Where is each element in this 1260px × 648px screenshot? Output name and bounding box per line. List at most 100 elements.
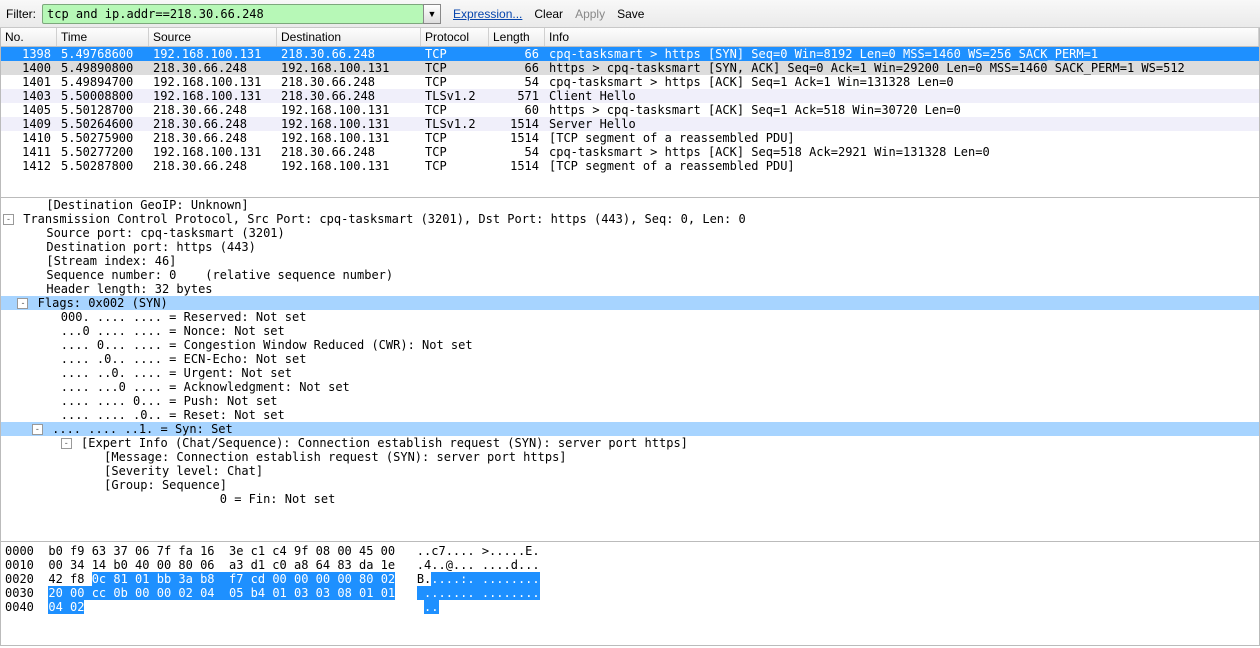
cell-destination: 192.168.100.131 <box>277 159 421 173</box>
cell-protocol: TCP <box>421 75 489 89</box>
cell-source: 192.168.100.131 <box>149 75 277 89</box>
detail-row[interactable]: .... ..0. .... = Urgent: Not set <box>1 366 1259 380</box>
save-button[interactable]: Save <box>617 7 644 21</box>
detail-row[interactable]: [Group: Sequence] <box>1 478 1259 492</box>
cell-destination: 192.168.100.131 <box>277 131 421 145</box>
cell-no: 1410 <box>1 131 57 145</box>
packet-row[interactable]: 14115.50277200192.168.100.131218.30.66.2… <box>1 145 1259 159</box>
cell-source: 218.30.66.248 <box>149 103 277 117</box>
hex-row[interactable]: 0010 00 34 14 b0 40 00 80 06 a3 d1 c0 a8… <box>5 558 1255 572</box>
detail-row[interactable]: Sequence number: 0 (relative sequence nu… <box>1 268 1259 282</box>
cell-protocol: TCP <box>421 61 489 75</box>
detail-row[interactable]: [Stream index: 46] <box>1 254 1259 268</box>
clear-button[interactable]: Clear <box>534 7 563 21</box>
apply-button[interactable]: Apply <box>575 7 605 21</box>
detail-row[interactable]: ...0 .... .... = Nonce: Not set <box>1 324 1259 338</box>
tree-toggle-icon[interactable]: - <box>17 298 28 309</box>
col-no[interactable]: No. <box>1 28 57 46</box>
cell-time: 5.49894700 <box>57 75 149 89</box>
packet-row[interactable]: 14105.50275900218.30.66.248192.168.100.1… <box>1 131 1259 145</box>
tree-toggle-icon[interactable]: - <box>3 214 14 225</box>
cell-info: Server Hello <box>545 117 1259 131</box>
hex-dump-pane[interactable]: 0000 b0 f9 63 37 06 7f fa 16 3e c1 c4 9f… <box>0 542 1260 646</box>
cell-no: 1409 <box>1 117 57 131</box>
tree-toggle-icon[interactable]: - <box>61 438 72 449</box>
cell-protocol: TCP <box>421 145 489 159</box>
cell-protocol: TLSv1.2 <box>421 117 489 131</box>
hex-row[interactable]: 0020 42 f8 0c 81 01 bb 3a b8 f7 cd 00 00… <box>5 572 1255 586</box>
cell-length: 66 <box>489 61 545 75</box>
cell-source: 218.30.66.248 <box>149 159 277 173</box>
cell-source: 192.168.100.131 <box>149 89 277 103</box>
packet-details-pane[interactable]: [Destination GeoIP: Unknown]- Transmissi… <box>0 198 1260 542</box>
detail-row[interactable]: - [Expert Info (Chat/Sequence): Connecti… <box>1 436 1259 450</box>
cell-length: 54 <box>489 75 545 89</box>
cell-destination: 218.30.66.248 <box>277 75 421 89</box>
col-info[interactable]: Info <box>545 28 1259 46</box>
hex-row[interactable]: 0000 b0 f9 63 37 06 7f fa 16 3e c1 c4 9f… <box>5 544 1255 558</box>
cell-info: https > cpq-tasksmart [SYN, ACK] Seq=0 A… <box>545 61 1259 75</box>
detail-row[interactable]: Destination port: https (443) <box>1 240 1259 254</box>
packet-row[interactable]: 14035.50008800192.168.100.131218.30.66.2… <box>1 89 1259 103</box>
detail-row[interactable]: .... .... .0.. = Reset: Not set <box>1 408 1259 422</box>
col-protocol[interactable]: Protocol <box>421 28 489 46</box>
cell-info: [TCP segment of a reassembled PDU] <box>545 159 1259 173</box>
detail-row[interactable]: .... 0... .... = Congestion Window Reduc… <box>1 338 1259 352</box>
packet-row[interactable]: 14015.49894700192.168.100.131218.30.66.2… <box>1 75 1259 89</box>
filter-dropdown-button[interactable]: ▼ <box>423 4 441 24</box>
col-time[interactable]: Time <box>57 28 149 46</box>
detail-row[interactable]: 000. .... .... = Reserved: Not set <box>1 310 1259 324</box>
cell-protocol: TLSv1.2 <box>421 89 489 103</box>
packet-list-pane[interactable]: No. Time Source Destination Protocol Len… <box>0 28 1260 198</box>
cell-info: cpq-tasksmart > https [SYN] Seq=0 Win=81… <box>545 47 1259 61</box>
detail-row[interactable]: .... ...0 .... = Acknowledgment: Not set <box>1 380 1259 394</box>
cell-source: 218.30.66.248 <box>149 117 277 131</box>
detail-row[interactable]: .... .0.. .... = ECN-Echo: Not set <box>1 352 1259 366</box>
cell-protocol: TCP <box>421 131 489 145</box>
cell-info: [TCP segment of a reassembled PDU] <box>545 131 1259 145</box>
tree-toggle-icon[interactable]: - <box>32 424 43 435</box>
detail-row[interactable]: Source port: cpq-tasksmart (3201) <box>1 226 1259 240</box>
detail-row[interactable]: .... .... 0... = Push: Not set <box>1 394 1259 408</box>
cell-source: 218.30.66.248 <box>149 61 277 75</box>
detail-row[interactable]: [Severity level: Chat] <box>1 464 1259 478</box>
cell-length: 1514 <box>489 131 545 145</box>
cell-length: 66 <box>489 47 545 61</box>
packet-row[interactable]: 14095.50264600218.30.66.248192.168.100.1… <box>1 117 1259 131</box>
cell-source: 192.168.100.131 <box>149 47 277 61</box>
hex-row[interactable]: 0040 04 02 .. <box>5 600 1255 614</box>
cell-info: Client Hello <box>545 89 1259 103</box>
cell-destination: 192.168.100.131 <box>277 103 421 117</box>
detail-row[interactable]: - Flags: 0x002 (SYN) <box>1 296 1259 310</box>
cell-info: cpq-tasksmart > https [ACK] Seq=518 Ack=… <box>545 145 1259 159</box>
packet-row[interactable]: 13985.49768600192.168.100.131218.30.66.2… <box>1 47 1259 61</box>
cell-protocol: TCP <box>421 103 489 117</box>
detail-row[interactable]: 0 = Fin: Not set <box>1 492 1259 506</box>
detail-row[interactable]: [Message: Connection establish request (… <box>1 450 1259 464</box>
cell-no: 1403 <box>1 89 57 103</box>
detail-row[interactable]: - .... .... ..1. = Syn: Set <box>1 422 1259 436</box>
col-length[interactable]: Length <box>489 28 545 46</box>
cell-time: 5.50264600 <box>57 117 149 131</box>
filter-label: Filter: <box>6 7 36 21</box>
col-destination[interactable]: Destination <box>277 28 421 46</box>
cell-time: 5.50128700 <box>57 103 149 117</box>
detail-row[interactable]: [Destination GeoIP: Unknown] <box>1 198 1259 212</box>
detail-row[interactable]: Header length: 32 bytes <box>1 282 1259 296</box>
expression-link[interactable]: Expression... <box>453 7 522 21</box>
cell-length: 571 <box>489 89 545 103</box>
cell-time: 5.50275900 <box>57 131 149 145</box>
cell-destination: 218.30.66.248 <box>277 47 421 61</box>
packet-row[interactable]: 14055.50128700218.30.66.248192.168.100.1… <box>1 103 1259 117</box>
detail-row[interactable]: - Transmission Control Protocol, Src Por… <box>1 212 1259 226</box>
col-source[interactable]: Source <box>149 28 277 46</box>
cell-time: 5.49768600 <box>57 47 149 61</box>
cell-time: 5.50277200 <box>57 145 149 159</box>
packet-row[interactable]: 14005.49890800218.30.66.248192.168.100.1… <box>1 61 1259 75</box>
cell-info: cpq-tasksmart > https [ACK] Seq=1 Ack=1 … <box>545 75 1259 89</box>
filter-input[interactable] <box>42 4 424 24</box>
packet-list-header[interactable]: No. Time Source Destination Protocol Len… <box>1 28 1259 47</box>
cell-destination: 218.30.66.248 <box>277 89 421 103</box>
packet-row[interactable]: 14125.50287800218.30.66.248192.168.100.1… <box>1 159 1259 173</box>
hex-row[interactable]: 0030 20 00 cc 0b 00 00 02 04 05 b4 01 03… <box>5 586 1255 600</box>
